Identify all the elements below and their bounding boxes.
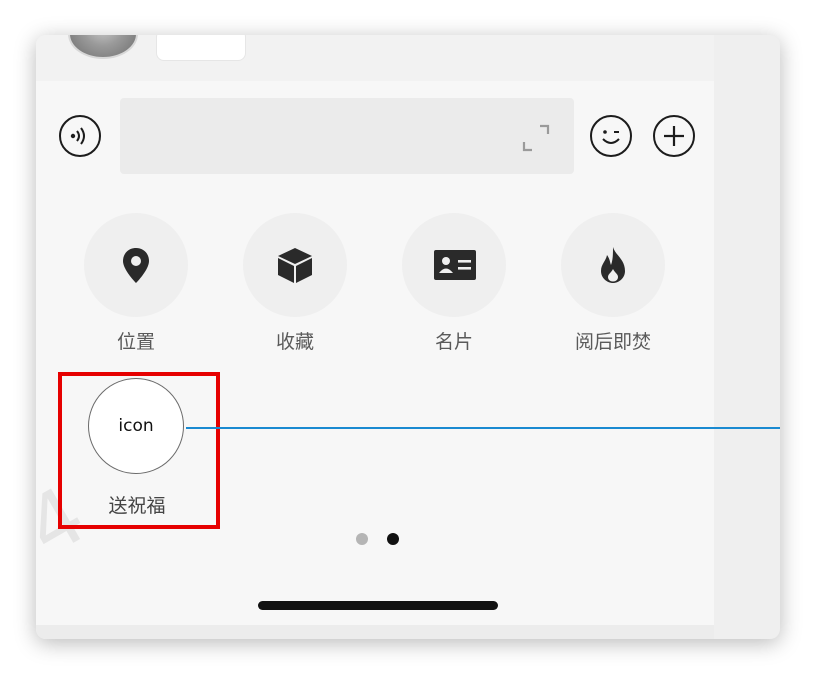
chat-panel: 4 位置 收藏 名片 阅后即焚 icon 送祝福	[36, 35, 714, 639]
flame-icon	[601, 247, 625, 283]
feature-burn-after-reading[interactable]: 阅后即焚	[548, 213, 678, 363]
feature-location-label: 位置	[116, 331, 155, 353]
feature-location-icon-wrap	[84, 213, 188, 317]
plus-icon	[664, 126, 684, 146]
feature-burn-after-reading-label: 阅后即焚	[574, 331, 651, 353]
expand-icon[interactable]	[520, 122, 552, 154]
page-dot-1[interactable]	[356, 533, 368, 545]
voice-icon	[70, 127, 85, 145]
feature-favorites-icon-wrap	[243, 213, 347, 317]
avatar[interactable]	[68, 35, 138, 59]
feature-burn-icon-wrap	[561, 213, 665, 317]
feature-favorites[interactable]: 收藏	[230, 213, 360, 363]
emoji-icon	[602, 130, 620, 144]
page-dot-2-active[interactable]	[387, 533, 399, 545]
bottom-edge	[36, 625, 714, 639]
id-card-icon	[434, 250, 476, 280]
emoji-button[interactable]	[590, 115, 632, 157]
voice-button[interactable]	[59, 115, 101, 157]
cube-icon	[278, 248, 312, 283]
feature-business-card-label: 名片	[434, 331, 473, 353]
add-button[interactable]	[653, 115, 695, 157]
location-pin-icon	[123, 248, 149, 283]
feature-business-card-icon-wrap	[402, 213, 506, 317]
message-bubble[interactable]	[156, 35, 246, 61]
page-indicator	[356, 533, 416, 545]
message-input[interactable]	[120, 98, 574, 174]
annotation-guide-line	[186, 427, 780, 429]
feature-favorites-label: 收藏	[275, 331, 314, 353]
message-area-top	[36, 35, 714, 81]
home-indicator[interactable]	[258, 601, 498, 610]
app-window: 4 位置 收藏 名片 阅后即焚 icon 送祝福	[36, 35, 780, 639]
feature-location[interactable]: 位置	[71, 213, 201, 363]
feature-business-card[interactable]: 名片	[389, 213, 519, 363]
annotation-highlight-box	[58, 372, 220, 529]
